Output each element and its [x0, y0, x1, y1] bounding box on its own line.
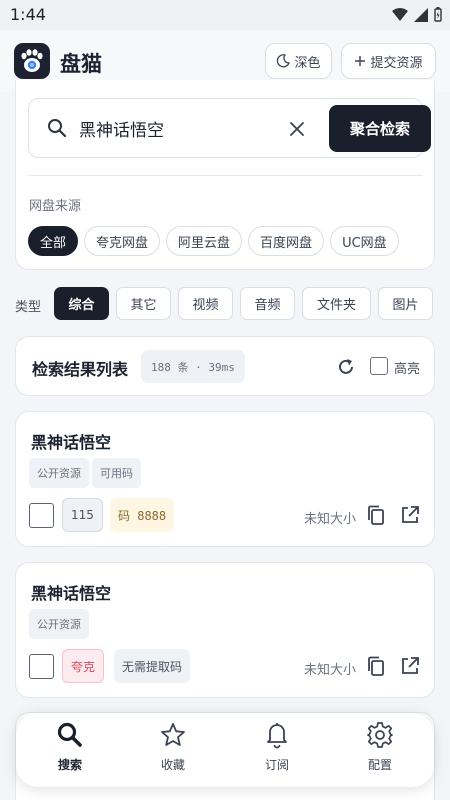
copy-icon[interactable] — [366, 505, 386, 527]
submit-resource-label: 提交资源 — [370, 55, 423, 71]
result-tags: 公开资源 可用码 — [29, 458, 144, 488]
refresh-icon[interactable] — [336, 357, 356, 377]
result-title: 黑神话悟空 — [31, 433, 112, 452]
status-bar: 1:44 — [0, 0, 450, 30]
type-chip-all[interactable]: 综合 — [54, 287, 109, 320]
result-card[interactable]: 黑神话悟空 公开资源 可用码 115 码 8888 未知大小 — [15, 411, 435, 547]
highlight-checkbox[interactable] — [370, 357, 388, 375]
extract-code-badge: 无需提取码 — [114, 649, 191, 683]
source-chip-uc[interactable]: UC网盘 — [330, 226, 399, 256]
open-link-icon[interactable] — [400, 656, 420, 676]
result-tag: 公开资源 — [29, 458, 89, 488]
search-input[interactable] — [79, 111, 279, 145]
aggregate-search-button[interactable]: 聚合检索 — [329, 105, 431, 152]
dark-mode-label: 深色 — [294, 55, 321, 71]
star-icon — [161, 723, 185, 746]
extract-code-badge[interactable]: 码 8888 — [110, 498, 175, 532]
search-box: 聚合检索 — [28, 98, 431, 158]
type-chip-folder[interactable]: 文件夹 — [302, 287, 371, 320]
results-title: 检索结果列表 — [32, 360, 129, 379]
search-icon — [48, 119, 67, 138]
platform-badge: 夸克 — [62, 649, 105, 683]
source-chip-baidu[interactable]: 百度网盘 — [248, 226, 325, 256]
result-tags: 公开资源 — [29, 609, 92, 639]
nav-settings-label: 配置 — [367, 758, 392, 772]
plus-icon — [355, 56, 366, 66]
nav-subscribe-label: 订阅 — [264, 758, 289, 772]
submit-resource-button[interactable]: 提交资源 — [341, 43, 436, 79]
type-chip-image[interactable]: 图片 — [378, 287, 433, 320]
result-select-checkbox[interactable] — [29, 654, 54, 679]
nav-favorites[interactable]: 收藏 — [141, 721, 205, 781]
type-chip-video[interactable]: 视频 — [178, 287, 233, 320]
status-icons — [392, 7, 442, 22]
result-title: 黑神话悟空 — [31, 584, 112, 603]
file-size: 未知大小 — [304, 512, 357, 527]
type-chip-other[interactable]: 其它 — [116, 287, 171, 320]
signal-icon — [414, 7, 428, 22]
results-header-card: 检索结果列表 188 条 · 39ms 高亮 — [15, 336, 435, 396]
nav-settings[interactable]: 配置 — [348, 721, 412, 781]
clear-icon[interactable] — [287, 119, 307, 139]
result-tag: 可用码 — [92, 458, 141, 488]
nav-subscribe[interactable]: 订阅 — [245, 721, 309, 781]
app-title: 盘猫 — [60, 52, 102, 76]
copy-icon[interactable] — [366, 656, 386, 678]
dark-mode-button[interactable]: 深色 — [265, 43, 332, 79]
nav-search[interactable]: 搜索 — [38, 721, 102, 781]
source-chip-aliyun[interactable]: 阿里云盘 — [166, 226, 243, 256]
type-label: 类型 — [15, 300, 42, 315]
nav-favorites-label: 收藏 — [160, 758, 185, 772]
nav-search-label: 搜索 — [57, 758, 82, 772]
results-count-badge: 188 条 · 39ms — [141, 350, 245, 383]
source-chip-quark[interactable]: 夸克网盘 — [84, 226, 161, 256]
search-panel: 聚合检索 网盘来源 全部夸克网盘阿里云盘百度网盘UC网盘 — [15, 80, 435, 270]
result-card[interactable]: 黑神话悟空 公开资源 夸克 无需提取码 未知大小 — [15, 562, 435, 698]
open-link-icon[interactable] — [400, 505, 420, 525]
source-label: 网盘来源 — [29, 199, 82, 214]
bell-icon — [267, 723, 287, 749]
gear-icon — [367, 722, 393, 748]
search-icon — [57, 722, 82, 747]
source-chip-row: 全部 夸克网盘 阿里云盘 百度网盘 UC网盘 — [28, 226, 433, 258]
type-chip-audio[interactable]: 音频 — [240, 287, 295, 320]
result-select-checkbox[interactable] — [29, 503, 54, 528]
wifi-icon — [392, 7, 408, 21]
divider — [28, 175, 423, 176]
app-logo — [14, 43, 50, 79]
platform-badge: 115 — [62, 498, 103, 532]
result-tag: 公开资源 — [29, 609, 89, 639]
highlight-label: 高亮 — [394, 362, 421, 377]
type-chip-row: 综合 其它 视频 音频 文件夹 图片 — [54, 287, 439, 321]
moon-icon — [277, 54, 291, 68]
file-size: 未知大小 — [304, 663, 357, 678]
cat-paw-icon — [21, 49, 43, 72]
battery-icon — [434, 7, 442, 22]
status-time: 1:44 — [10, 5, 46, 24]
source-chip-all[interactable]: 全部 — [28, 226, 79, 256]
bottom-nav: 搜索 收藏 订阅 配置 — [16, 713, 434, 787]
